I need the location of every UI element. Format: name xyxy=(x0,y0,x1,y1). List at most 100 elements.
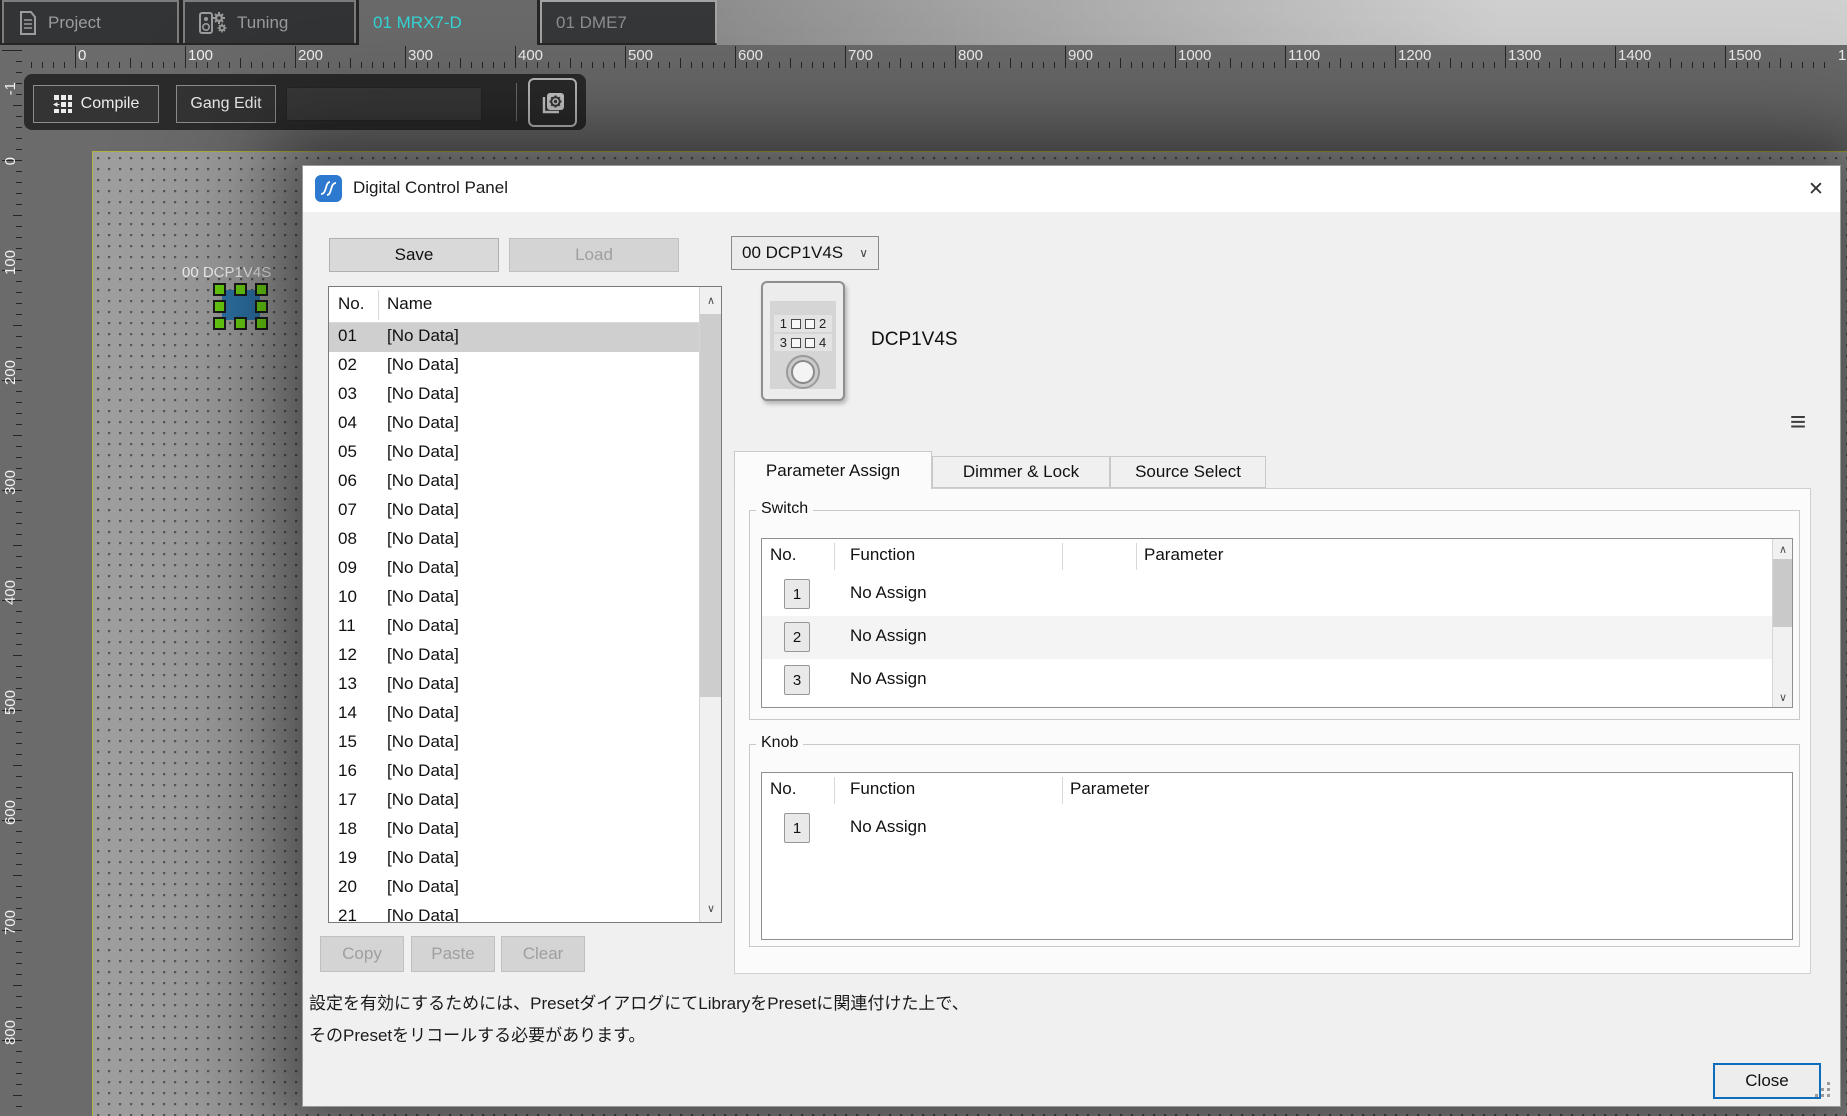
switch-scrollbar[interactable]: ∧ ∨ xyxy=(1772,539,1792,707)
device-selector[interactable]: 00 DCP1V4S ∨ xyxy=(731,236,879,270)
library-row[interactable]: 21[No Data] xyxy=(329,903,700,923)
scroll-down-icon[interactable]: ∨ xyxy=(700,895,722,922)
ruler-tick xyxy=(1813,62,1814,68)
library-row[interactable]: 05[No Data] xyxy=(329,439,700,468)
tab-label: 01 DME7 xyxy=(556,13,627,33)
device-settings-button[interactable] xyxy=(528,78,577,127)
library-row[interactable]: 02[No Data] xyxy=(329,352,700,381)
library-row[interactable]: 13[No Data] xyxy=(329,671,700,700)
ruler-tick xyxy=(13,765,22,766)
scrollbar-thumb[interactable] xyxy=(700,314,722,697)
close-icon[interactable]: ✕ xyxy=(1803,176,1829,202)
assign-row[interactable]: 1No Assign xyxy=(762,807,1772,850)
selection-handle[interactable] xyxy=(234,317,247,330)
dialog-titlebar[interactable]: Digital Control Panel ✕ xyxy=(303,166,1840,212)
assign-number-button[interactable]: 1 xyxy=(784,813,810,843)
library-row[interactable]: 16[No Data] xyxy=(329,758,700,787)
library-row[interactable]: 20[No Data] xyxy=(329,874,700,903)
library-row[interactable]: 17[No Data] xyxy=(329,787,700,816)
ruler-tick xyxy=(1021,62,1022,68)
ruler-tick xyxy=(515,46,516,68)
library-scrollbar[interactable]: ∧ ∨ xyxy=(699,287,721,922)
toolbar-input[interactable] xyxy=(286,87,482,121)
copy-button[interactable]: Copy xyxy=(320,936,404,972)
library-row[interactable]: 19[No Data] xyxy=(329,845,700,874)
ruler-tick xyxy=(1681,62,1682,68)
tab-label: Parameter Assign xyxy=(766,461,900,481)
ruler-tick xyxy=(16,534,22,535)
library-row-name: [No Data] xyxy=(387,674,459,694)
scroll-down-icon[interactable]: ∨ xyxy=(1773,687,1793,707)
selection-handle[interactable] xyxy=(213,317,226,330)
library-row-name: [No Data] xyxy=(387,703,459,723)
tab-mrx7d[interactable]: 01 MRX7-D xyxy=(359,0,537,45)
selection-handle[interactable] xyxy=(213,283,226,296)
tab-dimmer-lock[interactable]: Dimmer & Lock xyxy=(932,456,1110,488)
tab-project[interactable]: Project xyxy=(2,0,179,43)
tab-dme7[interactable]: 01 DME7 xyxy=(540,0,717,43)
ruler-tick xyxy=(16,1106,22,1107)
clear-button[interactable]: Clear xyxy=(501,936,585,972)
library-row[interactable]: 01[No Data] xyxy=(329,323,700,352)
scroll-up-icon[interactable]: ∧ xyxy=(1773,539,1793,559)
library-row-name: [No Data] xyxy=(387,645,459,665)
library-row[interactable]: 06[No Data] xyxy=(329,468,700,497)
library-row-name: [No Data] xyxy=(387,326,459,346)
selection-handle[interactable] xyxy=(255,300,268,313)
library-row-name: [No Data] xyxy=(387,558,459,578)
library-row[interactable]: 12[No Data] xyxy=(329,642,700,671)
load-button[interactable]: Load xyxy=(509,238,679,272)
tab-tuning[interactable]: Tuning xyxy=(183,0,356,43)
library-row[interactable]: 09[No Data] xyxy=(329,555,700,584)
tab-source-select[interactable]: Source Select xyxy=(1110,456,1266,488)
assign-row[interactable]: 1No Assign xyxy=(762,573,1772,616)
assign-number-button[interactable]: 1 xyxy=(784,579,810,609)
assign-function: No Assign xyxy=(850,669,927,689)
library-row[interactable]: 11[No Data] xyxy=(329,613,700,642)
compile-button[interactable]: Compile xyxy=(33,85,159,123)
assign-number-button[interactable]: 3 xyxy=(784,665,810,695)
library-row[interactable]: 07[No Data] xyxy=(329,497,700,526)
library-row[interactable]: 04[No Data] xyxy=(329,410,700,439)
library-row[interactable]: 08[No Data] xyxy=(329,526,700,555)
vertical-ruler: -10100200300400500600700800 xyxy=(0,45,22,1116)
scroll-up-icon[interactable]: ∧ xyxy=(700,287,722,314)
ruler-tick xyxy=(1615,46,1616,68)
paste-button[interactable]: Paste xyxy=(411,936,495,972)
device-model-label: DCP1V4S xyxy=(871,329,958,351)
ruler-tick xyxy=(13,1095,22,1096)
selection-handle[interactable] xyxy=(234,283,247,296)
dialog-title: Digital Control Panel xyxy=(353,178,508,198)
library-row-no: 21 xyxy=(338,906,357,923)
assign-row[interactable]: 3 No Assign xyxy=(762,659,1772,702)
close-button[interactable]: Close xyxy=(1713,1063,1821,1099)
col-no: No. xyxy=(770,779,796,799)
library-row[interactable]: 18[No Data] xyxy=(329,816,700,845)
ruler-tick xyxy=(372,62,373,68)
ruler-tick xyxy=(1582,62,1583,68)
ruler-label: 1300 xyxy=(1508,47,1541,64)
ruler-tick xyxy=(16,611,22,612)
selection-handle[interactable] xyxy=(213,300,226,313)
assign-row[interactable]: 2No Assign xyxy=(762,616,1772,659)
selection-handle[interactable] xyxy=(255,283,268,296)
gang-edit-button[interactable]: Gang Edit xyxy=(176,85,276,123)
library-row[interactable]: 15[No Data] xyxy=(329,729,700,758)
canvas-device-dcp1v4s[interactable]: 00 DCP1V4S xyxy=(213,262,273,332)
library-row[interactable]: 10[No Data] xyxy=(329,584,700,613)
ruler-tick xyxy=(559,62,560,68)
library-row[interactable]: 14[No Data] xyxy=(329,700,700,729)
tab-parameter-assign[interactable]: Parameter Assign xyxy=(734,451,932,489)
menu-icon[interactable]: ≡ xyxy=(1785,409,1811,435)
scrollbar-thumb[interactable] xyxy=(1773,559,1793,627)
ruler-tick xyxy=(251,62,252,68)
library-row[interactable]: 03[No Data] xyxy=(329,381,700,410)
save-button[interactable]: Save xyxy=(329,238,499,272)
library-row-no: 06 xyxy=(338,471,357,491)
assign-row-clipped[interactable] xyxy=(762,702,1772,707)
ruler-label: 100 xyxy=(2,250,19,275)
resize-grip[interactable] xyxy=(1827,1094,1830,1097)
selection-handle[interactable] xyxy=(255,317,268,330)
assign-number-button[interactable]: 2 xyxy=(784,622,810,652)
ruler-tick xyxy=(16,193,22,194)
